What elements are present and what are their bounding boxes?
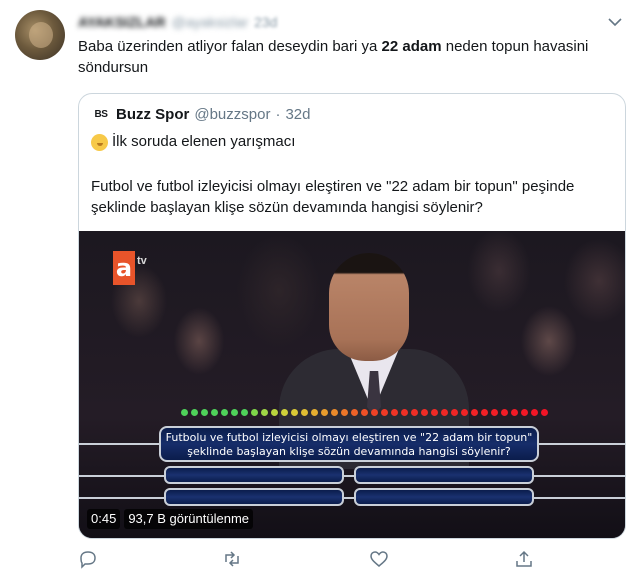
- host-figure-head: [329, 253, 409, 361]
- audience-meter-dot: [351, 409, 358, 416]
- audience-meter-dot: [181, 409, 188, 416]
- audience-meter-dot: [361, 409, 368, 416]
- question-line-2: şeklinde başlayan klişe sözün devamında …: [187, 445, 511, 458]
- video-player[interactable]: a tv Futbolu ve futbol izleyicisi olmayı…: [79, 231, 625, 538]
- audience-meter-dot: [251, 409, 258, 416]
- audience-meter-dot: [451, 409, 458, 416]
- audience-meter-dot: [321, 409, 328, 416]
- tweet-text-bold: 22 adam: [381, 38, 442, 55]
- audience-meter-dot: [521, 409, 528, 416]
- question-line-right: [539, 443, 625, 445]
- audience-meter-dot: [311, 409, 318, 416]
- channel-logo-letter: a: [113, 251, 135, 285]
- quoted-time[interactable]: 32d: [285, 106, 310, 123]
- audience-meter-dot: [211, 409, 218, 416]
- audience-meter-dot: [271, 409, 278, 416]
- audience-meter-dot: [471, 409, 478, 416]
- audience-meter-dot: [391, 409, 398, 416]
- audience-meter-dot: [511, 409, 518, 416]
- audience-meter-dot: [461, 409, 468, 416]
- answer-line-bottom: [79, 497, 625, 499]
- audience-meter-dot: [431, 409, 438, 416]
- buzzspor-logo: BS: [94, 108, 108, 120]
- quoted-line1-text: İlk soruda elenen yarışmacı: [112, 133, 296, 150]
- audience-meter-dot: [381, 409, 388, 416]
- audience-meter-dot: [421, 409, 428, 416]
- audience-meter-dot: [231, 409, 238, 416]
- audience-meter-dot: [201, 409, 208, 416]
- tweet-time[interactable]: 23d: [254, 14, 277, 30]
- audience-meter-dot: [401, 409, 408, 416]
- author-handle[interactable]: @ayaksizlar: [172, 14, 248, 30]
- audience-meter-dot: [281, 409, 288, 416]
- quoted-body: Futbol ve futbol izleyicisi olmayı eleşt…: [91, 178, 575, 216]
- audience-meter-dot: [491, 409, 498, 416]
- audience-meter-dot: [481, 409, 488, 416]
- audience-meter-dot: [531, 409, 538, 416]
- yawning-face-emoji-icon: [91, 133, 108, 151]
- channel-logo-suffix: tv: [137, 255, 147, 267]
- answer-b-panel: [354, 466, 534, 484]
- audience-meter-dot: [371, 409, 378, 416]
- question-panel: Futbolu ve futbol izleyicisi olmayı eleş…: [159, 426, 539, 462]
- audience-meter: [181, 409, 548, 416]
- audience-meter-dot: [341, 409, 348, 416]
- audience-meter-dot: [221, 409, 228, 416]
- answer-line-top: [79, 475, 625, 477]
- audience-meter-dot: [411, 409, 418, 416]
- author-name[interactable]: AYAKSIZLAR: [78, 14, 166, 30]
- share-icon[interactable]: [514, 549, 534, 569]
- question-line-left: [79, 443, 159, 445]
- audience-meter-dot: [541, 409, 548, 416]
- answer-c-panel: [164, 488, 344, 506]
- tweet-text: Baba üzerinden atliyor falan deseydin ba…: [78, 36, 626, 78]
- audience-meter-dot: [191, 409, 198, 416]
- tweet-header: AYAKSIZLAR @ayaksizlar 23d: [78, 12, 277, 32]
- audience-meter-dot: [331, 409, 338, 416]
- answer-d-panel: [354, 488, 534, 506]
- separator-dot: ·: [275, 105, 281, 123]
- audience-meter-dot: [501, 409, 508, 416]
- retweet-icon[interactable]: [222, 549, 242, 569]
- quoted-tweet[interactable]: BS Buzz Spor @buzzspor · 32d İlk soruda …: [78, 93, 626, 539]
- video-info: 0:45 93,7 B görüntülenme: [87, 509, 254, 529]
- reply-icon[interactable]: [78, 549, 98, 569]
- audience-meter-dot: [241, 409, 248, 416]
- answer-a-panel: [164, 466, 344, 484]
- quoted-first-line: İlk soruda elenen yarışmacı: [91, 132, 295, 152]
- video-views: 93,7 B görüntülenme: [124, 509, 254, 529]
- channel-logo: a tv: [113, 251, 147, 285]
- quoted-header: BS Buzz Spor @buzzspor · 32d: [91, 104, 311, 124]
- tweet-text-prefix: Baba üzerinden atliyor falan deseydin ba…: [78, 38, 382, 55]
- chevron-down-icon[interactable]: [607, 14, 623, 30]
- like-icon[interactable]: [369, 549, 389, 569]
- tweet-actions: [78, 549, 626, 569]
- avatar[interactable]: [15, 10, 65, 60]
- audience-meter-dot: [441, 409, 448, 416]
- audience-meter-dot: [301, 409, 308, 416]
- audience-meter-dot: [261, 409, 268, 416]
- tweet[interactable]: AYAKSIZLAR @ayaksizlar 23d Baba üzerinde…: [0, 0, 640, 580]
- quoted-author-name[interactable]: Buzz Spor: [116, 106, 189, 123]
- video-duration: 0:45: [87, 509, 121, 529]
- quoted-author-handle[interactable]: @buzzspor: [194, 106, 270, 123]
- audience-meter-dot: [291, 409, 298, 416]
- question-line-1: Futbolu ve futbol izleyicisi olmayı eleş…: [165, 431, 533, 444]
